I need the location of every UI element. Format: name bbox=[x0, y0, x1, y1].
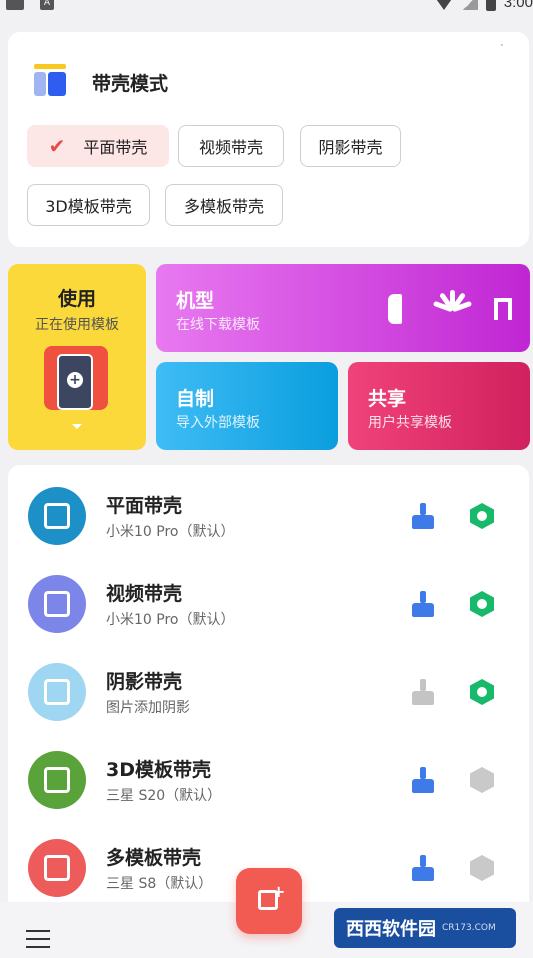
tile-model-title: 机型 bbox=[176, 290, 215, 312]
tile-share[interactable]: 共享 用户共享模板 bbox=[348, 362, 530, 450]
tile-use-title: 使用 bbox=[57, 288, 96, 310]
chip-label: 阴影带壳 bbox=[318, 138, 383, 157]
add-image-button[interactable]: + bbox=[236, 868, 302, 934]
settings-hex-icon[interactable] bbox=[470, 767, 494, 793]
mi-logo-icon bbox=[494, 298, 512, 320]
mode-chip-shadow[interactable]: 阴影带壳 bbox=[300, 125, 401, 167]
battery-icon bbox=[485, 0, 496, 11]
notification-icon bbox=[6, 0, 24, 10]
brush-icon[interactable] bbox=[412, 503, 434, 531]
watermark-sub: CR173.COM bbox=[442, 923, 496, 933]
tile-share-title: 共享 bbox=[368, 388, 407, 410]
wifi-icon bbox=[433, 0, 454, 10]
tile-use-subtitle: 正在使用模板 bbox=[35, 317, 119, 333]
brush-icon[interactable] bbox=[412, 855, 434, 883]
settings-hex-icon[interactable] bbox=[470, 591, 494, 617]
list-item-title: 视频带壳 bbox=[106, 583, 183, 605]
tile-custom[interactable]: 自制 导入外部模板 bbox=[156, 362, 338, 450]
tile-model-subtitle: 在线下载模板 bbox=[176, 317, 260, 333]
mode-chip-multi[interactable]: 多模板带壳 bbox=[165, 184, 283, 226]
brush-icon[interactable] bbox=[412, 591, 434, 619]
chip-label: 视频带壳 bbox=[198, 138, 263, 157]
brush-icon[interactable] bbox=[412, 767, 434, 795]
list-item-title: 多模板带壳 bbox=[106, 847, 202, 869]
tile-custom-title: 自制 bbox=[176, 388, 215, 410]
tile-use[interactable]: 使用 正在使用模板 + bbox=[8, 264, 146, 450]
cube-icon bbox=[28, 751, 86, 809]
list-item-subtitle: 小米10 Pro（默认） bbox=[106, 612, 235, 628]
status-bar: A 3:00 bbox=[0, 0, 533, 14]
mode-chip-3d[interactable]: 3D模板带壳 bbox=[27, 184, 150, 226]
mode-chip-flat[interactable]: ✔ 平面带壳 bbox=[27, 125, 169, 167]
list-item-subtitle: 小米10 Pro（默认） bbox=[106, 524, 235, 540]
list-item-subtitle: 图片添加阴影 bbox=[106, 700, 190, 716]
list-item-subtitle: 三星 S8（默认） bbox=[106, 876, 213, 892]
menu-icon[interactable] bbox=[26, 930, 50, 948]
list-item-subtitle: 三星 S20（默认） bbox=[106, 788, 222, 804]
keyboard-icon: A bbox=[40, 0, 54, 10]
video-icon bbox=[28, 575, 86, 633]
check-icon: ✔ bbox=[48, 134, 66, 158]
mode-logo-icon bbox=[32, 64, 68, 100]
watermark-logo: 西西软件园 CR173.COM bbox=[334, 908, 516, 948]
phone-template-icon: + bbox=[44, 346, 108, 410]
tile-model[interactable]: 机型 在线下载模板 bbox=[156, 264, 530, 352]
list-item-title: 平面带壳 bbox=[106, 495, 183, 517]
mode-title: 带壳模式 bbox=[92, 72, 169, 95]
multi-image-icon bbox=[28, 839, 86, 897]
settings-hex-icon[interactable] bbox=[470, 855, 494, 881]
list-item[interactable]: 视频带壳小米10 Pro（默认） bbox=[8, 561, 529, 649]
tile-custom-subtitle: 导入外部模板 bbox=[176, 415, 260, 431]
chevron-down-icon bbox=[72, 424, 82, 429]
list-item-title: 3D模板带壳 bbox=[106, 759, 211, 781]
image-icon bbox=[28, 487, 86, 545]
watermark-text: 西西软件园 bbox=[346, 919, 436, 940]
signal-icon bbox=[461, 0, 478, 10]
shadow-image-icon bbox=[28, 663, 86, 721]
settings-hex-icon[interactable] bbox=[470, 503, 494, 529]
template-list: 平面带壳 小米10 Pro（默认） 视频带壳 小米10 Pro（默认） 阴影带壳 图片添加… bbox=[8, 465, 529, 910]
list-item-title: 阴影带壳 bbox=[106, 671, 183, 693]
apple-logo-icon bbox=[388, 294, 402, 324]
chip-label: 3D模板带壳 bbox=[45, 197, 132, 216]
list-item[interactable]: 平面带壳小米10 Pro（默认） bbox=[8, 473, 529, 561]
more-dot-icon bbox=[501, 44, 503, 46]
chip-label: 多模板带壳 bbox=[183, 197, 264, 216]
huawei-logo-icon bbox=[428, 290, 476, 326]
settings-hex-icon[interactable] bbox=[470, 679, 494, 705]
mode-card: 带壳模式 ✔ 平面带壳 视频带壳 阴影带壳 3D模板带壳 多模板带壳 bbox=[8, 32, 529, 247]
list-item[interactable]: 3D模板带壳三星 S20（默认） bbox=[8, 737, 529, 825]
mode-chip-video[interactable]: 视频带壳 bbox=[178, 125, 284, 167]
status-time: 3:00 bbox=[503, 0, 533, 11]
chip-label: 平面带壳 bbox=[83, 138, 148, 157]
list-item[interactable]: 阴影带壳图片添加阴影 bbox=[8, 649, 529, 737]
tile-share-subtitle: 用户共享模板 bbox=[368, 415, 452, 431]
brush-icon[interactable] bbox=[412, 679, 434, 707]
